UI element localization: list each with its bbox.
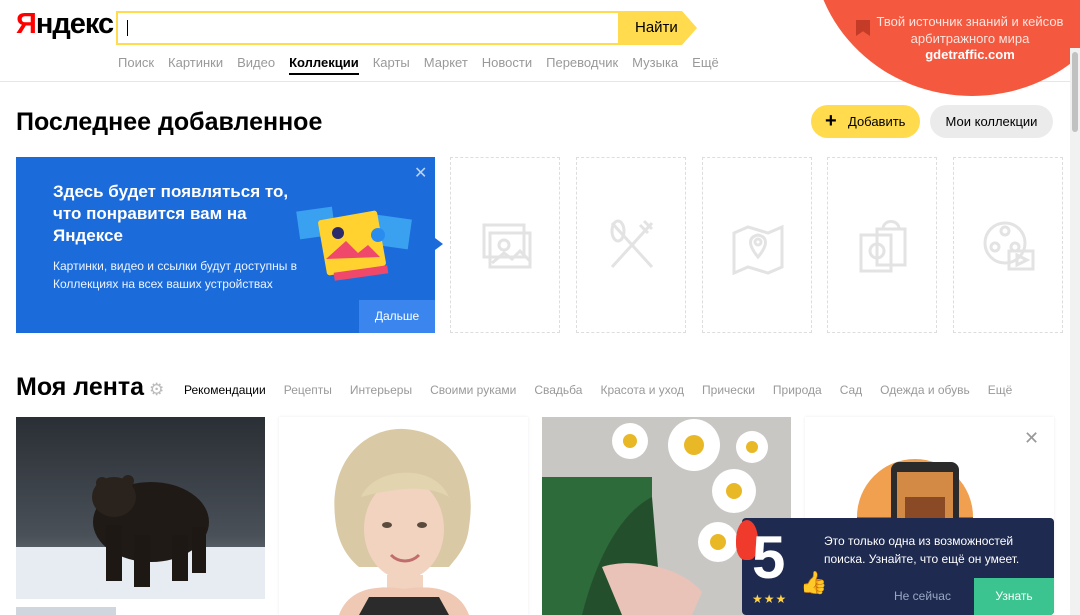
search-button-arrow[interactable] — [682, 11, 697, 45]
scrollbar-thumb[interactable] — [1072, 52, 1078, 132]
promo-link[interactable]: gdetraffic.com — [870, 47, 1070, 62]
learn-more-button[interactable]: Узнать — [974, 578, 1054, 615]
nav-images[interactable]: Картинки — [168, 55, 223, 75]
images-icon — [482, 223, 532, 269]
thumbs-up-icon: 👍 — [800, 570, 828, 595]
feed-tags: Рекомендации Рецепты Интерьеры Своими ру… — [184, 383, 1030, 397]
search-button[interactable]: Найти — [618, 11, 682, 45]
next-button[interactable]: Дальше — [359, 300, 435, 333]
badge-number: 5 — [752, 524, 786, 591]
bookmark-icon — [856, 20, 870, 36]
tag-recipes[interactable]: Рецепты — [284, 383, 332, 397]
feed-title: Моя лента — [16, 373, 145, 401]
logo-rest: ндекс — [35, 8, 114, 40]
add-button-label: Добавить — [848, 114, 906, 129]
hairstyle-image — [279, 417, 528, 615]
tag-more[interactable]: Ещё — [988, 383, 1013, 397]
nav-translate[interactable]: Переводчик — [546, 55, 618, 75]
shopping-icon — [859, 220, 907, 273]
tag-garden[interactable]: Сад — [840, 383, 862, 397]
collection-illustration-icon — [296, 206, 412, 281]
plus-icon: + — [825, 110, 837, 132]
text-caret — [127, 20, 128, 36]
video-icon — [983, 221, 1035, 271]
tag-beauty[interactable]: Красота и уход — [600, 383, 684, 397]
nav-video[interactable]: Видео — [237, 55, 275, 75]
scrollbar[interactable] — [1070, 48, 1080, 615]
popup-text: Это только одна из возможностей поиска. … — [824, 534, 1020, 566]
empty-slot-travel — [702, 157, 812, 333]
gear-icon[interactable]: ⚙ — [149, 380, 164, 400]
nav-music[interactable]: Музыка — [632, 55, 678, 75]
travel-icon — [732, 224, 784, 275]
tag-wedding[interactable]: Свадьба — [534, 383, 582, 397]
bear-image — [16, 417, 265, 615]
my-collections-button[interactable]: Мои коллекции — [930, 105, 1053, 138]
not-now-button[interactable]: Не сейчас — [894, 589, 951, 603]
empty-slot-video — [953, 157, 1063, 333]
empty-slot-shopping — [827, 157, 937, 333]
nav-market[interactable]: Маркет — [424, 55, 468, 75]
nav-maps[interactable]: Карты — [373, 55, 410, 75]
yandex-logo[interactable]: Яндекс — [16, 8, 114, 41]
tag-nature[interactable]: Природа — [773, 383, 822, 397]
promo-text: Твой источник знаний и кейсов арбитражно… — [876, 14, 1064, 46]
close-icon[interactable]: ✕ — [1024, 428, 1039, 449]
service-nav: Поиск Картинки Видео Коллекции Карты Мар… — [118, 55, 733, 75]
banner-pointer — [435, 238, 443, 250]
tag-interiors[interactable]: Интерьеры — [350, 383, 412, 397]
empty-slot-food — [576, 157, 686, 333]
tag-hairstyles[interactable]: Прически — [702, 383, 755, 397]
add-button[interactable]: + Добавить — [811, 105, 920, 138]
recent-title: Последнее добавленное — [16, 108, 323, 136]
feature-popup: 5 👍 ★★★ Это только одна из возможностей … — [736, 518, 1054, 615]
banner-description: Картинки, видео и ссылки будут доступны … — [53, 259, 298, 291]
empty-slot-images — [450, 157, 560, 333]
tag-recommendations[interactable]: Рекомендации — [184, 383, 266, 397]
search-input[interactable] — [116, 11, 620, 45]
nav-search[interactable]: Поиск — [118, 55, 154, 75]
food-icon — [610, 219, 654, 269]
tag-clothing[interactable]: Одежда и обувь — [880, 383, 970, 397]
banner-title: Здесь будет появляться то, что понравитс… — [53, 182, 289, 245]
nav-collections[interactable]: Коллекции — [289, 55, 359, 75]
close-icon[interactable]: ✕ — [414, 163, 427, 183]
logo-first-letter: Я — [16, 8, 37, 40]
feed-card-bear[interactable] — [16, 417, 265, 615]
nav-more[interactable]: Ещё — [692, 55, 719, 75]
onboarding-banner: Здесь будет появляться то, что понравитс… — [16, 157, 435, 333]
feed-card-hairstyle[interactable] — [279, 417, 528, 615]
stars-icon: ★★★ — [752, 592, 788, 606]
nav-news[interactable]: Новости — [482, 55, 532, 75]
tag-diy[interactable]: Своими руками — [430, 383, 516, 397]
